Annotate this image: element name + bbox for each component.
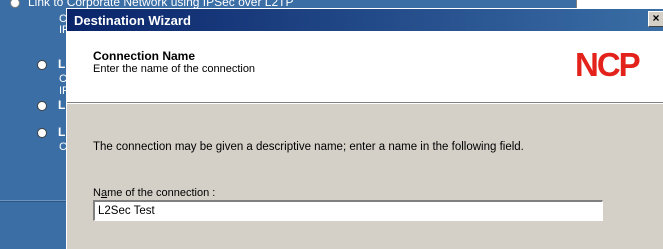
close-button[interactable]: × xyxy=(648,11,663,27)
label-text-part: N xyxy=(93,187,101,199)
background-separator xyxy=(0,200,75,202)
destination-wizard-dialog: Destination Wizard × Connection Name Ent… xyxy=(66,8,663,249)
close-icon: × xyxy=(652,11,660,25)
label-text-part: me of the connection : xyxy=(107,187,216,199)
wizard-content: The connection may be given a descriptiv… xyxy=(67,104,663,249)
dialog-titlebar[interactable]: Destination Wizard × xyxy=(67,9,663,31)
background-option-label: L xyxy=(58,57,66,71)
step-subtitle: Enter the name of the connection xyxy=(93,63,256,75)
instruction-text: The connection may be given a descriptiv… xyxy=(93,141,524,153)
background-option-label: L xyxy=(58,125,66,139)
background-top-option-label: Link to Corporate Network using IPSec ov… xyxy=(28,0,294,8)
connection-name-input[interactable] xyxy=(93,200,603,221)
connection-name-label: Name of the connection : xyxy=(93,187,215,199)
radio-button-icon[interactable] xyxy=(37,128,47,138)
radio-button-icon[interactable] xyxy=(37,101,47,111)
ncp-logo: NCP xyxy=(575,49,642,79)
background-top-option[interactable]: Link to Corporate Network using IPSec ov… xyxy=(0,0,663,8)
background-side-panel xyxy=(576,0,663,8)
step-title: Connection Name xyxy=(93,49,196,63)
dialog-title: Destination Wizard xyxy=(74,13,191,28)
background-option-label: L xyxy=(58,98,66,112)
wizard-header: Connection Name Enter the name of the co… xyxy=(67,31,663,104)
radio-button-icon[interactable] xyxy=(37,60,47,70)
logo-text: NCP xyxy=(575,49,640,79)
radio-button-icon[interactable] xyxy=(10,0,20,8)
